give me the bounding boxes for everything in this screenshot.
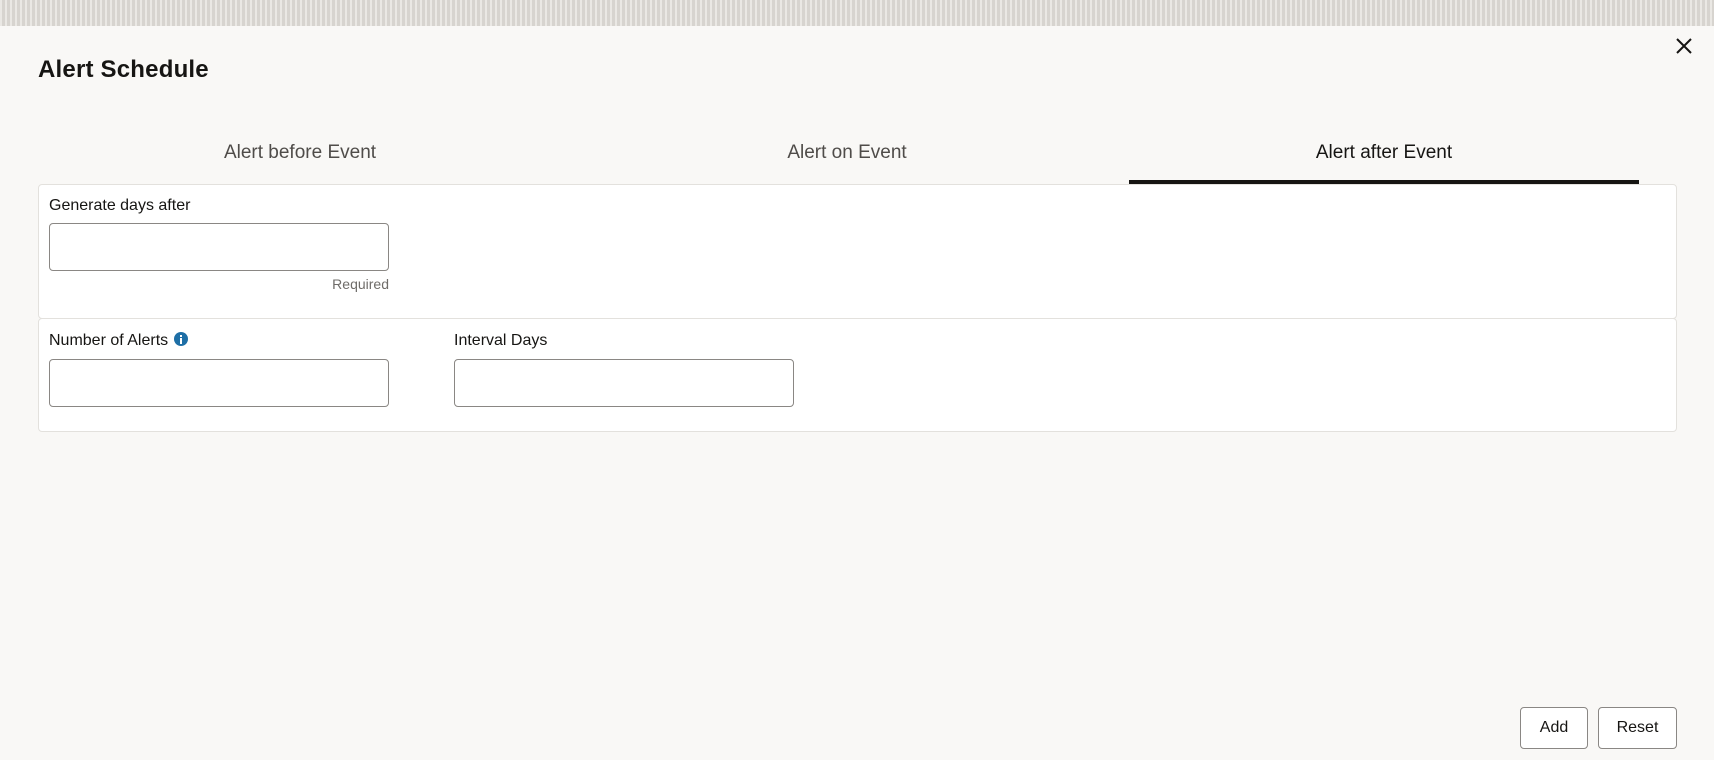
close-icon	[1676, 38, 1692, 54]
interval-days-label: Interval Days	[454, 332, 547, 350]
label-text: Generate days after	[49, 197, 191, 214]
tab-label: Alert before Event	[223, 142, 377, 163]
label-text: Number of Alerts	[49, 332, 169, 349]
info-icon[interactable]	[174, 332, 189, 346]
interval-days-input[interactable]	[454, 359, 794, 407]
backdrop-strip	[0, 0, 1714, 26]
generate-days-section: Generate days after Required	[38, 184, 1677, 319]
generate-days-after-label: Generate days after	[49, 197, 190, 215]
tab-alert-after-event[interactable]: Alert after Event	[1129, 112, 1639, 184]
number-of-alerts-label: Number of Alerts	[49, 332, 189, 350]
label-text: Interval Days	[454, 332, 548, 349]
reset-button[interactable]: Reset	[1598, 707, 1677, 749]
generate-days-after-input[interactable]	[49, 223, 389, 271]
tab-alert-before-event[interactable]: Alert before Event	[38, 112, 562, 184]
close-button[interactable]	[1670, 32, 1698, 60]
tab-alert-on-event[interactable]: Alert on Event	[584, 112, 1110, 184]
alert-count-section: Number of Alerts Interval Days	[38, 318, 1677, 432]
add-button[interactable]: Add	[1520, 707, 1588, 749]
dialog-title: Alert Schedule	[38, 56, 209, 83]
tab-label: Alert after Event	[1315, 142, 1453, 163]
number-of-alerts-input[interactable]	[49, 359, 389, 407]
tab-label: Alert on Event	[787, 142, 907, 163]
tab-bar: Alert before Event Alert on Event Alert …	[38, 112, 1639, 184]
alert-schedule-dialog: Alert Schedule Alert before Event Alert …	[0, 26, 1714, 760]
required-hint: Required	[332, 276, 389, 292]
